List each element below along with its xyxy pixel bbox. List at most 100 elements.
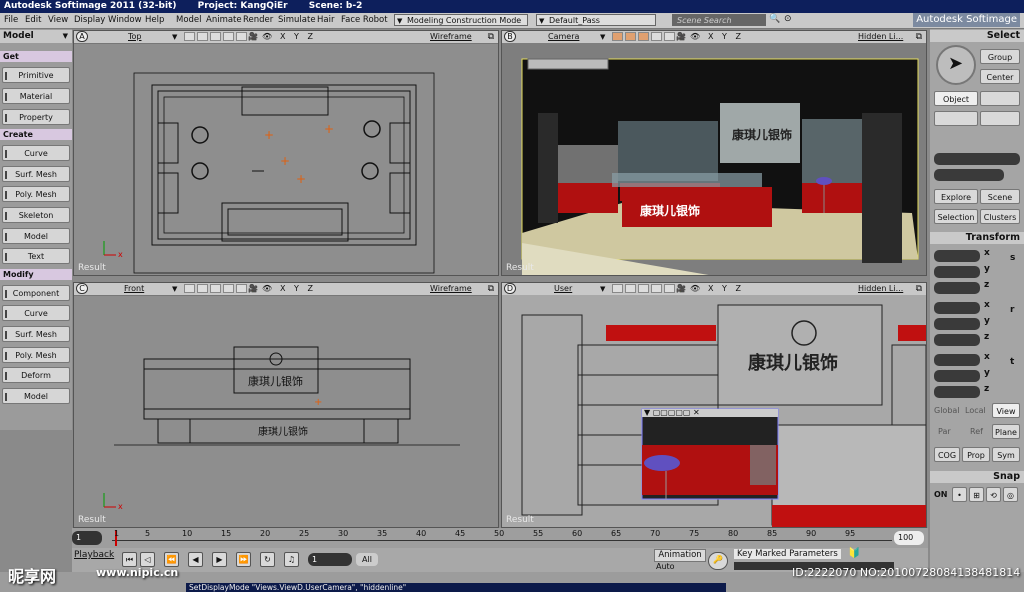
- marked-param-icon[interactable]: 🔰: [848, 548, 860, 559]
- viewport-toggle-icons[interactable]: [612, 31, 677, 43]
- modify-curve-button[interactable]: Curve: [2, 305, 70, 321]
- animation-menu[interactable]: Animation: [654, 549, 706, 562]
- scale-icon[interactable]: s: [1010, 253, 1015, 263]
- select-filter-field[interactable]: [934, 169, 1004, 181]
- snap-surface-icon[interactable]: ◎: [1003, 487, 1018, 502]
- modify-component-button[interactable]: Component: [2, 285, 70, 301]
- timeline[interactable]: 1 1 5 10 15 20 25 30 35 40 45 50 55 60 6…: [72, 528, 928, 548]
- viewport-toggle-icons[interactable]: [184, 31, 249, 43]
- camera-icon[interactable]: 🎥: [676, 31, 686, 43]
- select-field[interactable]: [934, 153, 1020, 165]
- viewport-toggle-icons[interactable]: [184, 283, 249, 295]
- translate-z-field[interactable]: [934, 386, 980, 398]
- camera-select[interactable]: Top: [128, 31, 142, 43]
- viewport-front[interactable]: C Front ▼ 🎥 👁 X Y Z Wireframe ⧉ 康琪儿银饰 康琪…: [73, 282, 499, 528]
- proportional-button[interactable]: Prop: [962, 447, 990, 462]
- key-icon[interactable]: 🔑: [708, 552, 728, 570]
- select-object-button[interactable]: Object: [934, 91, 978, 106]
- view-space-button[interactable]: View: [992, 403, 1020, 418]
- create-surf-mesh-button[interactable]: Surf. Mesh: [2, 166, 70, 182]
- menu-simulate[interactable]: Simulate: [278, 13, 316, 27]
- translate-y-field[interactable]: [934, 370, 980, 382]
- create-skeleton-button[interactable]: Skeleton: [2, 207, 70, 223]
- viewport-camera[interactable]: B Camera ▼ 🎥 👁 X Y Z Hidden Li... ⧉ 康琪儿银…: [501, 30, 927, 276]
- eye-icon[interactable]: 👁: [262, 31, 272, 43]
- viewport-letter-badge[interactable]: A: [76, 31, 88, 42]
- viewport-letter-badge[interactable]: B: [504, 31, 516, 42]
- display-mode-select[interactable]: Wireframe: [430, 283, 472, 295]
- rotate-icon[interactable]: r: [1010, 305, 1014, 315]
- first-frame-icon[interactable]: ⏮: [122, 552, 137, 567]
- plane-space-button[interactable]: Plane: [992, 424, 1020, 439]
- snap-on-toggle[interactable]: ON: [934, 490, 948, 499]
- playback-range-all[interactable]: All: [356, 553, 378, 566]
- play-backward-icon[interactable]: ◀: [188, 552, 203, 567]
- menu-model[interactable]: Model: [176, 13, 202, 27]
- get-material-button[interactable]: Material: [2, 88, 70, 104]
- menu-window[interactable]: Window: [108, 13, 142, 27]
- scale-x-field[interactable]: [934, 250, 980, 262]
- rotate-x-field[interactable]: [934, 302, 980, 314]
- menu-edit[interactable]: Edit: [25, 13, 41, 27]
- key-marked-parameters[interactable]: Key Marked Parameters: [734, 549, 841, 559]
- axis-toggle[interactable]: X Y Z: [280, 283, 316, 295]
- reference-space-option[interactable]: Ref: [970, 427, 983, 436]
- scale-y-field[interactable]: [934, 266, 980, 278]
- menu-help[interactable]: Help: [145, 13, 164, 27]
- menu-view[interactable]: View: [48, 13, 68, 27]
- translate-icon[interactable]: t: [1010, 357, 1014, 367]
- construction-mode-select[interactable]: ▼ Modeling Construction Mode: [394, 14, 528, 26]
- display-mode-select[interactable]: Wireframe: [430, 31, 472, 43]
- maximize-icon[interactable]: ⧉: [488, 31, 494, 43]
- viewport-user[interactable]: D User ▼ 🎥 👁 X Y Z Hidden Li... ⧉ 康琪儿银饰 …: [501, 282, 927, 528]
- axis-toggle[interactable]: X Y Z: [708, 31, 744, 43]
- global-space-option[interactable]: Global: [934, 406, 960, 415]
- maximize-icon[interactable]: ⧉: [916, 283, 922, 295]
- local-space-option[interactable]: Local: [965, 406, 986, 415]
- audio-icon[interactable]: ♫: [284, 552, 299, 567]
- modify-poly-mesh-button[interactable]: Poly. Mesh: [2, 347, 70, 363]
- selection-button[interactable]: Selection: [934, 209, 978, 224]
- camera-select[interactable]: Camera: [548, 31, 579, 43]
- rotate-y-field[interactable]: [934, 318, 980, 330]
- current-frame-field[interactable]: 1: [308, 553, 352, 566]
- menu-hair[interactable]: Hair: [317, 13, 334, 27]
- create-poly-mesh-button[interactable]: Poly. Mesh: [2, 186, 70, 202]
- symmetry-button[interactable]: Sym: [992, 447, 1020, 462]
- dropdown-arrow-icon[interactable]: ▼: [172, 283, 177, 295]
- scene-button[interactable]: Scene: [980, 189, 1020, 204]
- display-mode-select[interactable]: Hidden Li...: [858, 31, 903, 43]
- dropdown-arrow-icon[interactable]: ▼: [172, 31, 177, 43]
- snap-grid-icon[interactable]: ⊞: [969, 487, 984, 502]
- menu-display[interactable]: Display: [74, 13, 105, 27]
- camera-select[interactable]: User: [554, 283, 572, 295]
- render-pass-select[interactable]: ▼ Default_Pass: [536, 14, 656, 26]
- loop-icon[interactable]: ↻: [260, 552, 275, 567]
- axis-toggle[interactable]: X Y Z: [280, 31, 316, 43]
- create-curve-button[interactable]: Curve: [2, 145, 70, 161]
- create-text-button[interactable]: Text: [2, 248, 70, 264]
- eye-icon[interactable]: 👁: [690, 31, 700, 43]
- playback-menu[interactable]: Playback: [74, 550, 114, 560]
- scene-search-input[interactable]: Scene Search: [672, 14, 766, 26]
- timeline-ruler[interactable]: 1 5 10 15 20 25 30 35 40 45 50 55 60 65 …: [112, 528, 892, 548]
- display-mode-select[interactable]: Hidden Li...: [858, 283, 903, 295]
- camera-select[interactable]: Front: [124, 283, 144, 295]
- maximize-icon[interactable]: ⧉: [488, 283, 494, 295]
- snap-curve-icon[interactable]: ⟲: [986, 487, 1001, 502]
- translate-x-field[interactable]: [934, 354, 980, 366]
- toolbar-mode-select[interactable]: Model ▼: [0, 30, 72, 43]
- eye-icon[interactable]: 👁: [262, 283, 272, 295]
- parent-space-option[interactable]: Par: [938, 427, 951, 436]
- camera-icon[interactable]: 🎥: [248, 283, 258, 295]
- auto-key-toggle[interactable]: Auto: [656, 562, 675, 571]
- play-forward-icon[interactable]: ▶: [212, 552, 227, 567]
- dropdown-arrow-icon[interactable]: ▼: [600, 31, 605, 43]
- timeline-start-field[interactable]: 1: [72, 531, 102, 545]
- modify-model-button[interactable]: Model: [2, 388, 70, 404]
- eye-icon[interactable]: 👁: [690, 283, 700, 295]
- camera-icon[interactable]: 🎥: [248, 31, 258, 43]
- timeline-end-field[interactable]: 100: [894, 531, 924, 545]
- rotate-z-field[interactable]: [934, 334, 980, 346]
- viewport-top[interactable]: A Top ▼ 🎥 👁 X Y Z Wireframe ⧉ + + + + x …: [73, 30, 499, 276]
